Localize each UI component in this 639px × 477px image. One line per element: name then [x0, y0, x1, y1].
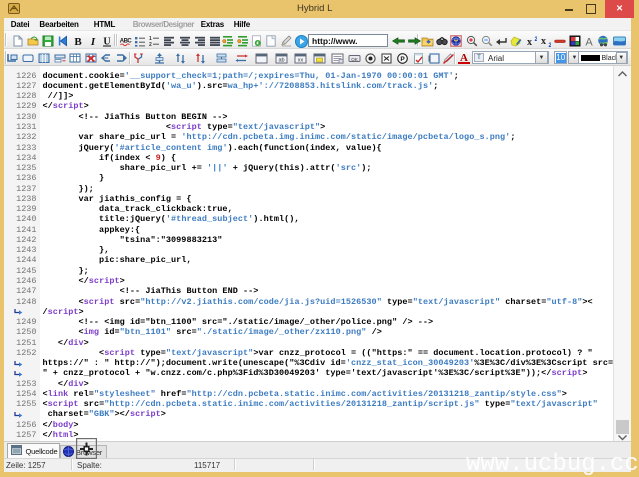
svg-text:P: P [400, 56, 405, 63]
svg-text:2: 2 [534, 37, 537, 43]
svg-text:A: A [585, 37, 593, 48]
svg-text:ab: ab [278, 57, 284, 63]
svg-text:x: x [541, 36, 546, 47]
svg-text:2: 2 [149, 42, 152, 47]
svg-text:I: I [89, 36, 95, 47]
svg-text:2: 2 [549, 43, 552, 47]
svg-text:x: x [527, 37, 532, 47]
svg-text:U: U [103, 37, 110, 48]
svg-text:OK: OK [351, 56, 358, 61]
svg-text:xx: xx [298, 57, 304, 63]
svg-text:B: B [74, 36, 82, 47]
